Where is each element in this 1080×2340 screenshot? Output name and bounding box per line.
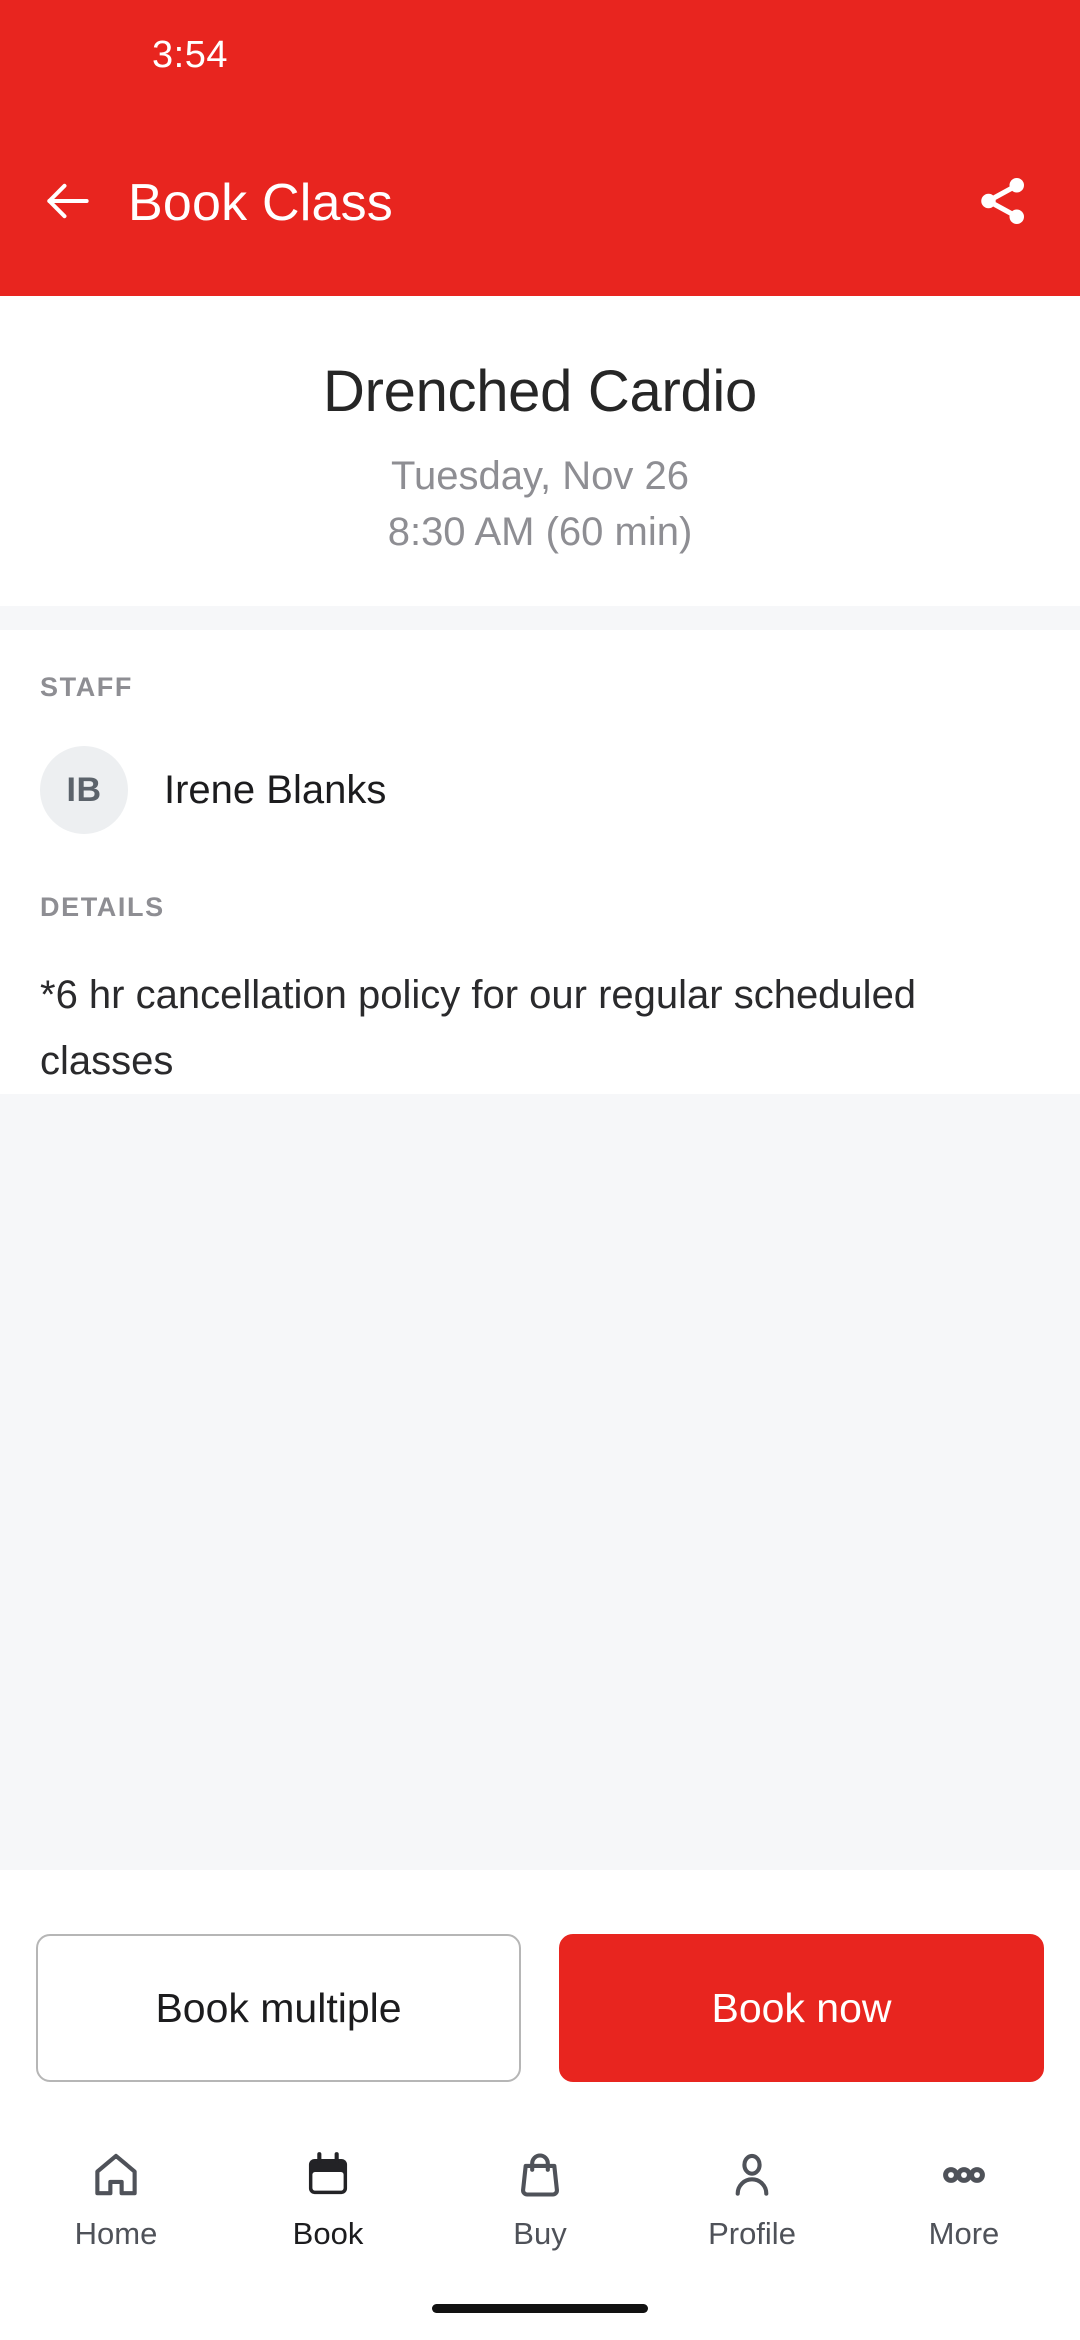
nav-item-book[interactable]: Book <box>222 2146 434 2252</box>
share-icon <box>973 171 1033 236</box>
action-bar: Book multiple Book now <box>0 1870 1080 2126</box>
home-indicator-area <box>0 2276 1080 2340</box>
page-title: Book Class <box>128 174 393 232</box>
info-sections: STAFF IB Irene Blanks DETAILS *6 hr canc… <box>0 630 1080 1094</box>
bag-icon <box>514 2146 566 2204</box>
bottom-navigation: Home Book Buy Profile More <box>0 2126 1080 2276</box>
app-bar: 3:54 Book Class <box>0 0 1080 296</box>
nav-item-more[interactable]: More <box>858 2146 1070 2252</box>
app-screen: 3:54 Book Class Drenched Cardio Tuesday,… <box>0 0 1080 2340</box>
home-icon <box>90 2146 142 2204</box>
nav-label-profile: Profile <box>708 2216 796 2251</box>
avatar-initials: IB <box>66 770 102 809</box>
share-button[interactable] <box>968 168 1038 238</box>
book-multiple-button[interactable]: Book multiple <box>36 1934 521 2082</box>
section-divider-band <box>0 606 1080 630</box>
class-time: 8:30 AM (60 min) <box>387 510 693 554</box>
staff-row[interactable]: IB Irene Blanks <box>40 746 1040 834</box>
details-text: *6 hr cancellation policy for our regula… <box>40 973 917 1083</box>
arrow-left-icon <box>40 173 96 234</box>
person-icon <box>726 2146 778 2204</box>
nav-item-home[interactable]: Home <box>10 2146 222 2252</box>
status-bar: 3:54 <box>0 0 1080 110</box>
class-title: Drenched Cardio <box>323 359 757 424</box>
nav-item-profile[interactable]: Profile <box>646 2146 858 2252</box>
staff-section-label: STAFF <box>40 672 133 702</box>
app-bar-row: Book Class <box>0 110 1080 296</box>
class-date: Tuesday, Nov 26 <box>391 454 689 498</box>
book-now-button[interactable]: Book now <box>559 1934 1044 2082</box>
details-section-label: DETAILS <box>40 892 165 922</box>
nav-label-home: Home <box>74 2216 158 2251</box>
nav-label-book: Book <box>292 2216 364 2251</box>
staff-name: Irene Blanks <box>164 767 387 812</box>
class-summary: Drenched Cardio Tuesday, Nov 26 8:30 AM … <box>0 296 1080 606</box>
nav-item-buy[interactable]: Buy <box>434 2146 646 2252</box>
nav-label-buy: Buy <box>513 2216 567 2251</box>
dots-icon <box>938 2146 990 2204</box>
nav-label-more: More <box>928 2216 1000 2251</box>
empty-content-area <box>0 1094 1080 1870</box>
home-indicator[interactable] <box>432 2303 648 2313</box>
status-bar-clock: 3:54 <box>152 34 228 76</box>
calendar-icon <box>302 2146 354 2204</box>
avatar: IB <box>40 746 128 834</box>
back-button[interactable] <box>36 171 100 235</box>
